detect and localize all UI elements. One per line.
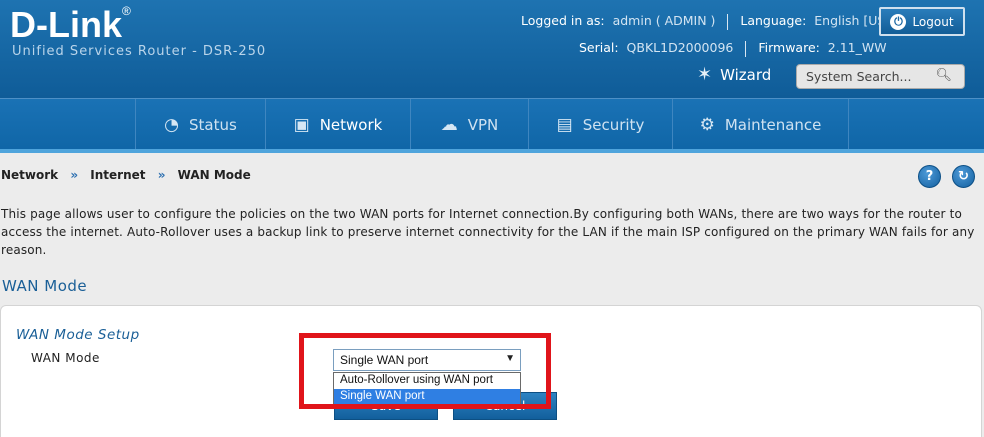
logout-button[interactable]: ⏻ Logout [879, 7, 965, 36]
monitor-icon: ▣ [293, 114, 310, 135]
power-icon: ⏻ [890, 13, 907, 30]
highlight-box [299, 333, 551, 409]
help-icon: ? [925, 169, 934, 184]
dlink-logo: D-Link® [10, 4, 131, 45]
page-description: This page allows user to configure the p… [1, 207, 975, 257]
nav-status[interactable]: ◔ Status [135, 99, 265, 150]
section-title: WAN Mode [2, 277, 88, 295]
lock-icon: ▤ [556, 114, 573, 135]
firmware-version: 2.11_WW [827, 40, 887, 55]
device-info: Serial: QBKL1D2000096 Firmware: 2.11_WW [579, 40, 887, 57]
system-search-input[interactable]: System Search... 🔍︎ [796, 64, 965, 89]
main-nav: ◔ Status ▣ Network ☁ VPN ▤ Security ⚙ Ma… [0, 98, 984, 153]
gauge-icon: ◔ [164, 114, 180, 135]
wan-mode-label: WAN Mode [31, 351, 100, 365]
search-icon[interactable]: 🔍︎ [935, 68, 952, 83]
refresh-button[interactable]: ↻ [952, 165, 975, 188]
breadcrumb: Network » Internet » WAN Mode [1, 168, 251, 182]
breadcrumb-wan-mode: WAN Mode [177, 168, 251, 182]
breadcrumb-internet[interactable]: Internet [90, 168, 145, 182]
nav-vpn[interactable]: ☁ VPN [410, 99, 528, 150]
breadcrumb-network[interactable]: Network [1, 168, 58, 182]
help-button[interactable]: ? [918, 165, 941, 188]
wand-icon: ✶ [697, 64, 713, 85]
nav-maintenance[interactable]: ⚙ Maintenance [672, 99, 848, 150]
wizard-link[interactable]: ✶ Wizard [697, 64, 771, 85]
logged-in-user: admin ( ADMIN ) [612, 13, 716, 28]
refresh-icon: ↻ [958, 169, 969, 184]
gears-icon: ⚙ [699, 114, 715, 135]
nav-network[interactable]: ▣ Network [265, 99, 410, 150]
setup-title: WAN Mode Setup [16, 327, 140, 343]
nav-security[interactable]: ▤ Security [528, 99, 672, 150]
device-model: Unified Services Router - DSR-250 [12, 44, 267, 59]
top-header: D-Link® Unified Services Router - DSR-25… [0, 0, 984, 98]
cloud-lock-icon: ☁ [440, 114, 458, 135]
serial-number: QBKL1D2000096 [626, 40, 734, 55]
